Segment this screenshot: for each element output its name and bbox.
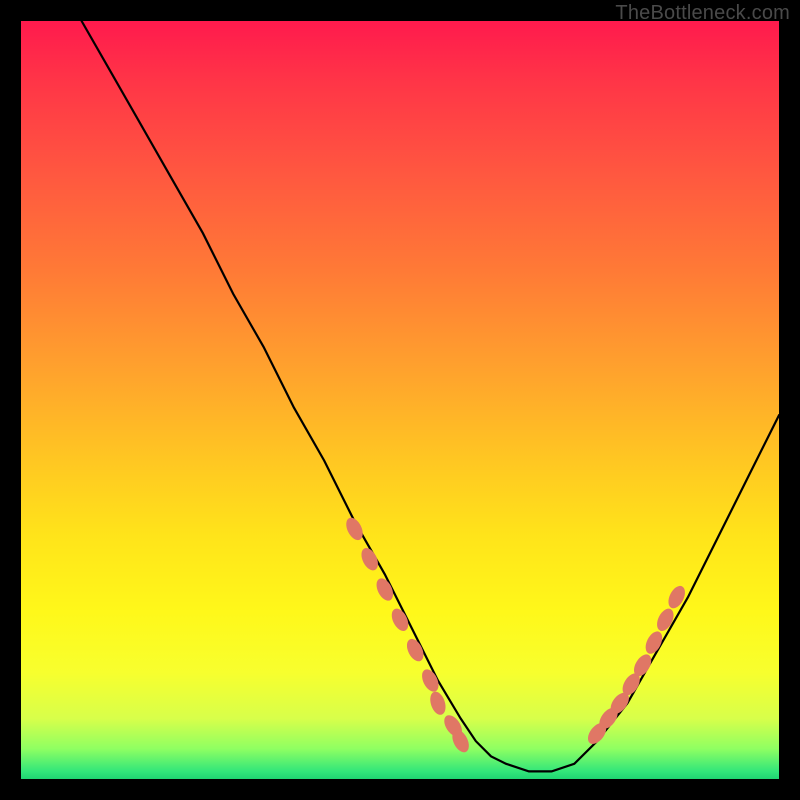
curve-marker xyxy=(665,583,688,611)
curve-marker xyxy=(358,545,381,573)
chart-plot-area xyxy=(21,21,779,779)
chart-svg xyxy=(21,21,779,779)
watermark-text: TheBottleneck.com xyxy=(615,2,790,25)
marker-group-right xyxy=(584,583,688,747)
curve-marker xyxy=(654,606,677,634)
marker-group-left xyxy=(343,515,472,755)
bottleneck-curve xyxy=(82,21,779,771)
curve-marker xyxy=(343,515,366,543)
chart-frame: TheBottleneck.com xyxy=(0,0,800,800)
